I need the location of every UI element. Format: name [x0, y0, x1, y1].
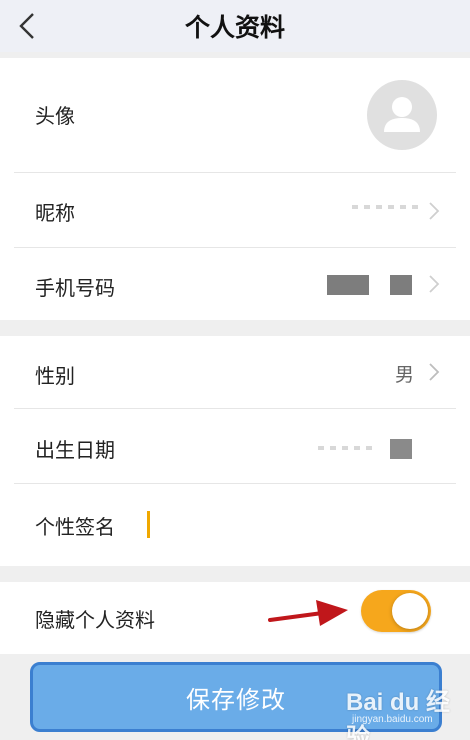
chevron-right-icon [429, 275, 440, 293]
gender-label: 性别 [35, 364, 75, 388]
save-button-label: 保存修改 [186, 685, 286, 714]
watermark-main: Bai du 经验 [346, 689, 451, 740]
user-icon [384, 97, 420, 132]
text-cursor [147, 511, 150, 538]
nickname-row[interactable]: 昵称 [0, 173, 470, 247]
page-title: 个人资料 [184, 13, 285, 42]
chevron-right-icon [429, 202, 440, 220]
phone-value-obscured [390, 275, 412, 295]
gender-row[interactable]: 性别 男 [0, 336, 470, 408]
phone-row[interactable]: 手机号码 [0, 248, 470, 320]
birthday-value-obscured [390, 439, 412, 459]
phone-label: 手机号码 [35, 276, 115, 300]
toggle-knob [392, 593, 428, 629]
avatar[interactable] [367, 80, 437, 150]
birthday-label: 出生日期 [35, 438, 115, 462]
top-bar: 个人资料 [0, 0, 470, 52]
profile-section: 头像 昵称 手机号码 [0, 58, 470, 320]
details-section: 性别 男 出生日期 个性签名 [0, 336, 470, 566]
watermark-sub: jingyan.baidu.com [352, 714, 433, 725]
avatar-row[interactable]: 头像 [0, 58, 470, 172]
chevron-left-icon [19, 13, 34, 39]
back-button[interactable] [10, 10, 44, 42]
nickname-label: 昵称 [35, 201, 75, 225]
signature-label: 个性签名 [35, 515, 115, 539]
avatar-label: 头像 [35, 104, 75, 128]
annotation-arrow-icon [268, 600, 348, 626]
birthday-value-obscured [318, 446, 374, 450]
phone-value-obscured [327, 275, 369, 295]
birthday-row[interactable]: 出生日期 [0, 409, 470, 483]
baidu-watermark: Bai du 经验 jingyan.baidu.com [340, 682, 468, 740]
signature-row[interactable]: 个性签名 [0, 484, 470, 566]
gender-value: 男 [395, 364, 415, 386]
hide-profile-toggle[interactable] [361, 590, 431, 632]
hide-profile-label: 隐藏个人资料 [35, 608, 155, 632]
privacy-section: 隐藏个人资料 [0, 582, 470, 654]
chevron-right-icon [429, 363, 440, 381]
nickname-value-obscured [352, 205, 422, 209]
